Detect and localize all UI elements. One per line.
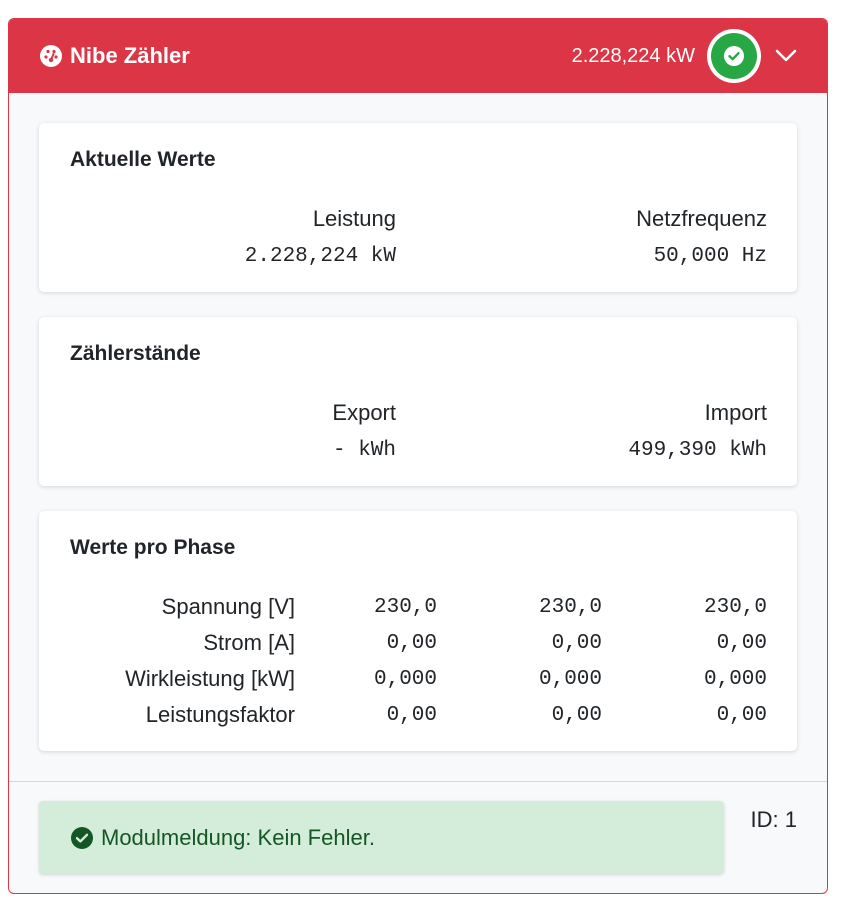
leistung-label: Leistung: [312, 206, 396, 231]
phase-row-label: Wirkleistung [kW]: [125, 666, 295, 691]
check-circle-icon: [723, 45, 745, 67]
current-values-title: Aktuelle Werte: [70, 148, 216, 171]
netzfrequenz-value: 50,000 Hz: [653, 245, 767, 268]
meter-readings-panel: Zählerstände Export - kWh Import 499,390…: [39, 317, 797, 486]
phase-value: 230,0: [703, 596, 767, 619]
meter-card: Nibe Zähler 2.228,224 kW Aktuelle Werte …: [8, 18, 828, 894]
phase-value: 0,00: [716, 704, 767, 727]
phase-values-panel: Werte pro Phase Spannung [V] 230,0 230,0…: [39, 511, 797, 751]
status-indicator[interactable]: [707, 29, 761, 83]
phase-values-title: Werte pro Phase: [70, 536, 236, 559]
header-power-value: 2.228,224 kW: [571, 44, 695, 67]
meter-readings-title: Zählerstände: [70, 342, 201, 365]
current-values-panel: Aktuelle Werte Leistung 2.228,224 kW Net…: [39, 123, 797, 292]
phase-value: 230,0: [538, 596, 602, 619]
phase-value: 230,0: [373, 596, 437, 619]
module-message-alert: Modulmeldung: Kein Fehler.: [39, 801, 724, 874]
phase-value: 0,000: [538, 668, 602, 691]
phase-value: 0,00: [386, 632, 437, 655]
phase-value: 0,00: [386, 704, 437, 727]
import-value: 499,390 kWh: [628, 439, 767, 462]
phase-value: 0,00: [551, 632, 602, 655]
phase-value: 0,000: [703, 668, 767, 691]
module-id: ID: 1: [750, 807, 797, 832]
export-label: Export: [332, 400, 396, 425]
leistung-value: 2.228,224 kW: [244, 245, 396, 268]
netzfrequenz-label: Netzfrequenz: [636, 206, 767, 231]
chevron-down-icon[interactable]: [775, 45, 797, 67]
import-label: Import: [704, 400, 767, 425]
tachometer-icon: [39, 44, 63, 68]
phase-value: 0,00: [716, 632, 767, 655]
phase-row-label: Spannung [V]: [161, 594, 295, 619]
phase-row-label: Strom [A]: [203, 630, 295, 655]
module-message-text: Modulmeldung: Kein Fehler.: [101, 824, 375, 850]
footer-divider: [9, 781, 827, 782]
phase-value: 0,00: [551, 704, 602, 727]
phase-value: 0,000: [373, 668, 437, 691]
phase-row-label: Leistungsfaktor: [145, 702, 295, 727]
check-circle-icon: [70, 826, 94, 850]
export-value: - kWh: [332, 439, 396, 462]
card-title: Nibe Zähler: [70, 43, 190, 68]
card-header[interactable]: Nibe Zähler 2.228,224 kW: [9, 19, 827, 93]
